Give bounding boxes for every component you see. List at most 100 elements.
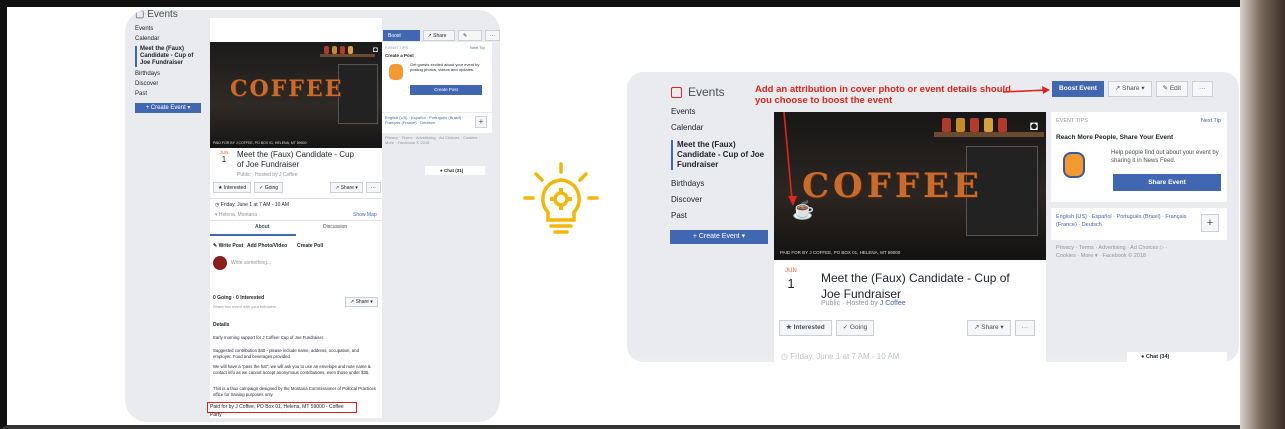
left-datetime: ◷ Friday, June 1 at 7 AM - 10 AM xyxy=(215,202,289,209)
left-next-tip-link[interactable]: Next Tip xyxy=(470,44,485,51)
left-sidebar-item-past[interactable]: Past xyxy=(135,89,205,99)
left-paid-for-highlight: Paid for by J Coffee, PO Box 01, Helena,… xyxy=(207,402,357,418)
owl-icon xyxy=(389,64,403,80)
left-sidebar: ▢ Events Events Calendar Meet the (Faux)… xyxy=(135,10,205,113)
right-host-link[interactable]: J Coffee xyxy=(880,300,906,307)
right-share-event-button[interactable]: Share Event xyxy=(1113,174,1221,191)
jar xyxy=(348,46,353,54)
left-tab-discussion[interactable]: Discussion xyxy=(323,224,347,231)
left-details-p1: Early morning support for J Coffee! Cup … xyxy=(213,335,325,340)
lightbulb-gear-icon xyxy=(523,162,599,234)
arrowhead-cover xyxy=(788,196,797,206)
left-details-label: Details xyxy=(213,322,230,328)
right-sidebar-item-current-event[interactable]: Meet the (Faux) Candidate - Cup of Joe F… xyxy=(671,140,769,170)
right-event-title: Meet the (Faux) Candidate - Cup of Joe F… xyxy=(821,271,1010,301)
left-details-p3: We will have a "pass the hat"; we will a… xyxy=(213,364,371,375)
right-date-month: JUN xyxy=(785,268,797,274)
left-write-post-tab[interactable]: ✎ Write Post xyxy=(213,243,243,250)
owl-icon xyxy=(1063,152,1085,178)
left-location-text: Helena, Montana xyxy=(218,212,257,218)
left-create-event-button[interactable]: + Create Event ▾ xyxy=(135,103,201,113)
jar xyxy=(324,46,329,54)
annotation-arrows xyxy=(783,86,1050,206)
left-cover-coffee-sign: COFFEE xyxy=(230,76,344,102)
left-show-map-link[interactable]: Show Map xyxy=(353,212,377,219)
left-date-day: 1 xyxy=(221,155,227,164)
arrow-to-boost xyxy=(1002,89,1047,93)
left-sidebar-item-discover[interactable]: Discover xyxy=(135,79,205,89)
left-cover-photo: COFFEE ◘ PAID FOR BY J COFFEE, PO BOX 01… xyxy=(210,42,382,148)
left-more-button[interactable]: ··· xyxy=(485,30,500,41)
right-sidebar-item-birthdays[interactable]: Birthdays xyxy=(671,176,769,192)
right-next-tip-link[interactable]: Next Tip xyxy=(1201,118,1221,124)
right-event-tips-card: EVENT TIPS Next Tip Reach More People, S… xyxy=(1051,112,1227,202)
chalkboard-menu xyxy=(338,64,378,124)
left-tab-underline xyxy=(210,234,296,236)
left-edit-button[interactable]: ✎ Edit xyxy=(458,30,482,48)
right-tip-title: Reach More People, Share Your Event xyxy=(1056,134,1174,141)
right-lang-card: English (US) · Español · Português (Bras… xyxy=(1051,208,1227,240)
left-event-tips-label: EVENT TIPS xyxy=(385,45,409,50)
left-tip-title: Create a Post xyxy=(385,53,414,58)
left-add-photo-tab[interactable]: Add Photo/Video xyxy=(247,243,287,250)
camera-icon[interactable]: ◘ xyxy=(373,45,378,54)
divider xyxy=(210,220,382,221)
left-create-post-button[interactable]: Create Post xyxy=(410,85,482,95)
left-interested-button[interactable]: ★ Interested xyxy=(213,182,252,193)
left-tip-body: Get guests excited about your event by p… xyxy=(410,62,480,72)
left-date-box: JUN 1 xyxy=(217,150,231,164)
left-app-title: ▢ Events xyxy=(135,10,205,24)
left-boost-event-button[interactable]: Boost Event xyxy=(383,30,420,48)
right-more-button[interactable]: ··· xyxy=(1192,81,1213,97)
right-sidebar-item-discover[interactable]: Discover xyxy=(671,192,769,208)
left-action-buttons: Boost Event ↗ Share ▾ ✎ Edit ··· xyxy=(383,30,500,48)
right-going-button[interactable]: ✓ Going xyxy=(835,320,875,336)
reflection-fade xyxy=(627,355,1239,425)
left-add-lang-button[interactable]: + xyxy=(475,116,487,128)
right-add-lang-button[interactable]: + xyxy=(1201,214,1219,232)
left-lang-links[interactable]: English (US) · Español · Português (Bras… xyxy=(385,115,473,125)
right-event-sub-prefix: Public · Hosted by xyxy=(821,300,880,307)
right-share-button[interactable]: ↗ Share ▾ xyxy=(1107,81,1152,97)
right-rsvp-row: ★ Interested ✓ Going xyxy=(779,320,875,336)
left-cover-caption: PAID FOR BY J COFFEE, PO BOX 01, HELENA,… xyxy=(213,141,307,145)
left-sidebar-item-current-event[interactable]: Meet the (Faux) Candidate - Cup of Joe F… xyxy=(135,46,205,67)
left-write-something-input[interactable]: Write something... xyxy=(231,260,271,267)
left-going-count: 0 Going · 0 Interested xyxy=(213,295,265,301)
right-edit-button[interactable]: ✎ Edit xyxy=(1155,81,1189,97)
left-tab-about[interactable]: About xyxy=(255,224,269,231)
right-action-buttons: Boost Event ↗ Share ▾ ✎ Edit ··· xyxy=(1052,81,1213,97)
arrow-to-cover xyxy=(783,111,793,201)
left-share-button[interactable]: ↗ Share ▾ xyxy=(422,30,456,48)
right-date-box: JUN 1 xyxy=(781,268,801,291)
right-sidebar-item-past[interactable]: Past xyxy=(671,208,769,224)
right-event-more-button[interactable]: ··· xyxy=(1014,320,1036,336)
right-sidebar-item-calendar[interactable]: Calendar xyxy=(671,120,769,136)
left-footer: Privacy · Terms · Advertising · Ad Choic… xyxy=(385,135,480,145)
left-datetime-text: Friday, June 1 at 7 AM - 10 AM xyxy=(220,202,290,208)
left-sidebar-item-calendar[interactable]: Calendar xyxy=(135,34,205,44)
right-create-event-button[interactable]: + Create Event ▾ xyxy=(670,230,768,244)
right-share-row: ↗ Share ▾ ··· xyxy=(967,320,1036,336)
left-event-share-button[interactable]: ↗ Share ▾ xyxy=(330,182,363,193)
right-lang-links[interactable]: English (US) · Español · Português (Bras… xyxy=(1056,213,1196,229)
right-event-tips-label: EVENT TIPS xyxy=(1056,118,1088,124)
left-sidebar-item-birthdays[interactable]: Birthdays xyxy=(135,69,205,79)
left-sidebar-item-events[interactable]: Events xyxy=(135,24,205,34)
left-event-title: Meet the (Faux) Candidate - Cup of Joe F… xyxy=(237,150,354,169)
left-share-small: ↗ Share ▾ xyxy=(345,297,378,307)
left-going-share-button[interactable]: ↗ Share ▾ xyxy=(345,297,378,307)
left-chat-bar[interactable]: ● Chat (31) xyxy=(425,166,485,175)
right-tip-body: Help people find out about your event by… xyxy=(1111,150,1219,164)
shelf xyxy=(320,54,375,57)
right-sidebar-item-events[interactable]: Events xyxy=(671,104,769,120)
right-edge-photo xyxy=(1240,0,1285,429)
left-screenshot: ▢ Events Events Calendar Meet the (Faux)… xyxy=(125,10,500,422)
left-event-more-button[interactable]: ··· xyxy=(365,182,381,193)
left-create-poll-tab[interactable]: Create Poll xyxy=(297,243,323,250)
left-going-button[interactable]: ✓ Going xyxy=(254,182,284,193)
calendar-icon xyxy=(671,86,682,98)
right-event-share-button[interactable]: ↗ Share ▾ xyxy=(967,320,1011,336)
right-interested-button[interactable]: ★ Interested xyxy=(779,320,832,336)
right-cover-caption: PAID FOR BY J COFFEE, PO BOX 01, HELENA,… xyxy=(780,250,901,255)
